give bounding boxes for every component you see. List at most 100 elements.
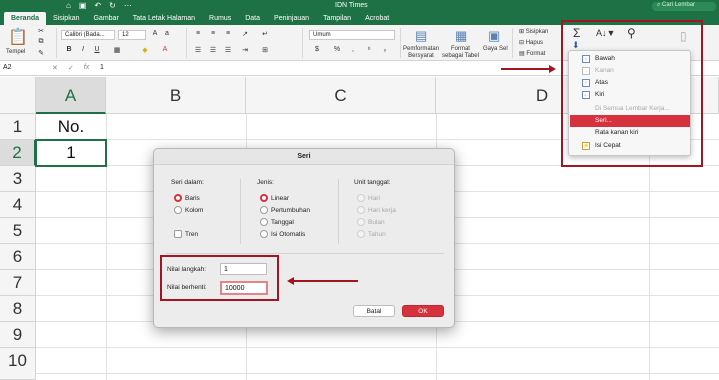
decrease-font-icon[interactable]: a [162, 30, 172, 40]
cell-a1[interactable]: No. [36, 117, 106, 139]
search-sheet-input[interactable]: ⌕ Cari Lembar [652, 2, 716, 11]
select-all-corner[interactable] [0, 77, 36, 114]
conditional-formatting-button[interactable]: Pemformatan Bersyarat [403, 46, 439, 60]
menu-item-bawah[interactable]: ↓ Bawah [570, 53, 690, 65]
tab-gambar[interactable]: Gambar [86, 12, 125, 25]
paste-icon[interactable]: 📋 [8, 27, 28, 47]
increase-font-icon[interactable]: A [150, 30, 160, 40]
radio-pertumbuhan[interactable]: Pertumbuhan [260, 206, 310, 215]
ok-button[interactable]: OK [402, 305, 444, 317]
merge-icon[interactable]: ⊞ [260, 46, 270, 56]
radio-linear[interactable]: Linear [260, 194, 289, 203]
currency-icon[interactable]: $ [312, 46, 322, 56]
menu-item-label: Rata kanan kiri [595, 129, 639, 136]
menu-item-label: Atas [595, 79, 609, 86]
row-header-1[interactable]: 1 [0, 114, 36, 140]
cell-styles-icon[interactable]: ▣ [488, 28, 500, 44]
enter-icon[interactable]: ✓ [68, 64, 74, 72]
more-icon[interactable]: ⋯ [124, 1, 132, 10]
selected-cell-outline [35, 139, 107, 167]
bold-icon[interactable]: B [64, 46, 74, 56]
menu-item-label: Di Semua Lembar Kerja... [595, 105, 670, 112]
increase-decimal-icon[interactable]: ⁰ [364, 46, 374, 56]
column-header-b[interactable]: B [106, 77, 246, 114]
checkbox-tren[interactable]: Tren [174, 230, 198, 239]
cell-styles-label[interactable]: Gaya Sel [483, 46, 508, 52]
menu-item-isi-cepat[interactable]: ⚡ Isi Cepat [570, 140, 690, 152]
row-header-6[interactable]: 6 [0, 244, 36, 270]
format-as-table-button[interactable]: Format sebagai Tabel [442, 46, 479, 60]
cut-icon[interactable]: ✂ [36, 27, 46, 37]
percent-icon[interactable]: % [332, 46, 342, 56]
row-header-7[interactable]: 7 [0, 270, 36, 296]
align-bottom-icon[interactable]: ≡ [223, 30, 233, 40]
cancel-icon[interactable]: ✕ [52, 64, 58, 72]
italic-icon[interactable]: I [78, 46, 88, 56]
home-icon[interactable]: ⌂ [66, 1, 71, 10]
format-painter-icon[interactable]: ✎ [36, 49, 46, 59]
comma-icon[interactable]: , [348, 46, 358, 56]
redo-icon[interactable]: ↻ [109, 1, 116, 10]
fill-color-icon[interactable]: ◆ [140, 46, 150, 56]
radio-kolom[interactable]: Kolom [174, 206, 203, 215]
row-header-4[interactable]: 4 [0, 192, 36, 218]
radio-isi-otomatis[interactable]: Isi Otomatis [260, 230, 305, 239]
format-as-table-label-1: Format [450, 46, 470, 52]
arrow-left-icon: ← [582, 91, 590, 99]
underline-icon[interactable]: U [92, 46, 102, 56]
format-as-table-icon[interactable]: ▦ [455, 28, 467, 44]
radio-tanggal[interactable]: Tanggal [260, 218, 294, 227]
column-header-c[interactable]: C [246, 77, 436, 114]
radio-baris[interactable]: Baris [174, 194, 200, 203]
wrap-text-icon[interactable]: ↵ [260, 30, 270, 40]
conditional-formatting-icon[interactable]: ▤ [415, 28, 427, 44]
tab-rumus[interactable]: Rumus [202, 12, 238, 25]
orientation-icon[interactable]: ↗ [240, 30, 250, 40]
row-header-9[interactable]: 9 [0, 322, 36, 348]
font-name-select[interactable]: Calibri (Bada... [61, 30, 115, 40]
menu-item-seri[interactable]: Seri... [570, 115, 690, 127]
format-cells-button[interactable]: ▤ Format [519, 50, 545, 57]
title-bar: ⌂ ▣ ↶ ↻ ⋯ IDN Times ⌕ Cari Lembar [0, 0, 719, 12]
annotation-arrow-line [501, 68, 551, 70]
tab-tampilan[interactable]: Tampilan [316, 12, 358, 25]
menu-item-atas[interactable]: ↑ Atas [570, 77, 690, 89]
copy-icon[interactable]: ⧉ [36, 38, 46, 48]
menu-item-rata-kanan-kiri[interactable]: Rata kanan kiri [570, 127, 690, 139]
tab-peninjauan[interactable]: Peninjauan [267, 12, 316, 25]
decrease-decimal-icon[interactable]: ₀ [380, 46, 390, 56]
formula-input[interactable]: 1 [100, 64, 104, 71]
tab-acrobat[interactable]: Acrobat [358, 12, 396, 25]
row-header-3[interactable]: 3 [0, 166, 36, 192]
menu-item-kiri[interactable]: ← Kiri [570, 89, 690, 101]
format-as-table-label-2: sebagai Tabel [442, 53, 479, 59]
name-box[interactable]: A2 [3, 64, 43, 74]
borders-icon[interactable]: ▦ [112, 46, 122, 56]
font-size-select[interactable]: 12 [118, 30, 146, 40]
font-color-icon[interactable]: A [160, 46, 170, 56]
delete-cells-button[interactable]: ⊟ Hapus [519, 39, 543, 46]
tab-tata-letak-halaman[interactable]: Tata Letak Halaman [126, 12, 202, 25]
number-format-select[interactable]: Umum [309, 30, 395, 40]
row-header-10[interactable]: 10 [0, 348, 36, 380]
insert-cells-button[interactable]: ⊞ Sisipkan [519, 28, 548, 35]
tab-beranda[interactable]: Beranda [4, 12, 47, 25]
tab-sisipkan[interactable]: Sisipkan [46, 12, 86, 25]
function-icon[interactable]: fx [84, 64, 89, 72]
undo-icon[interactable]: ↶ [94, 1, 101, 10]
row-header-5[interactable]: 5 [0, 218, 36, 244]
align-center-icon[interactable]: ☰ [208, 46, 218, 56]
row-header-2[interactable]: 2 [0, 140, 36, 166]
save-icon[interactable]: ▣ [79, 1, 87, 10]
row-header-8[interactable]: 8 [0, 296, 36, 322]
radio-tahun: Tahun [357, 230, 386, 239]
quick-access-toolbar: ⌂ ▣ ↶ ↻ ⋯ [66, 1, 132, 10]
indent-icon[interactable]: ⇥ [240, 46, 250, 56]
cancel-button[interactable]: Batal [353, 305, 395, 317]
align-top-icon[interactable]: ≡ [193, 30, 203, 40]
align-left-icon[interactable]: ☰ [193, 46, 203, 56]
column-header-a[interactable]: A [36, 77, 106, 114]
tab-data[interactable]: Data [238, 12, 267, 25]
align-middle-icon[interactable]: ≡ [208, 30, 218, 40]
align-right-icon[interactable]: ☰ [223, 46, 233, 56]
